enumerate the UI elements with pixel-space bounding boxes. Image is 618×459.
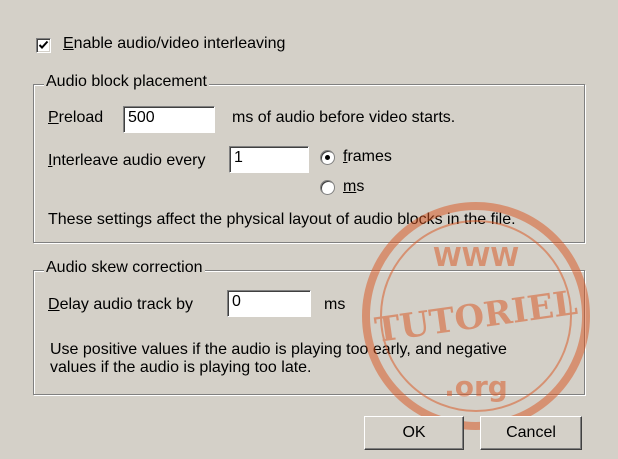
- frames-radio[interactable]: [320, 150, 335, 165]
- preload-label: Preload: [48, 109, 103, 127]
- audio-block-placement-title: Audio block placement: [44, 73, 209, 91]
- skew-note-line1: Use positive values if the audio is play…: [50, 341, 507, 358]
- skew-note-line2: values if the audio is playing too late.: [50, 359, 312, 376]
- delay-label-accel: D: [48, 296, 60, 313]
- audio-skew-correction-title: Audio skew correction: [44, 259, 205, 277]
- cancel-button[interactable]: Cancel: [480, 416, 582, 450]
- watermark-top-text: WWW: [433, 243, 519, 273]
- preload-suffix: ms of audio before video starts.: [232, 109, 456, 126]
- preload-input[interactable]: 500: [123, 106, 215, 133]
- frames-label-text: rames: [347, 148, 392, 165]
- ms-label[interactable]: ms: [343, 178, 364, 196]
- ms-label-text: s: [356, 178, 365, 195]
- interleave-checkbox[interactable]: [36, 38, 51, 53]
- frames-label[interactable]: frames: [343, 148, 392, 166]
- delay-label: Delay audio track by: [48, 296, 193, 314]
- interleave-every-label: Interleave audio every: [48, 152, 205, 170]
- skew-note: Use positive values if the audio is play…: [50, 341, 507, 377]
- delay-unit: ms: [324, 296, 346, 313]
- interleave-label-text: nable audio/video interleaving: [73, 35, 286, 52]
- block-placement-note: These settings affect the physical layou…: [48, 211, 516, 228]
- interleave-label[interactable]: Enable audio/video interleaving: [63, 35, 285, 53]
- ms-radio[interactable]: [320, 180, 335, 195]
- interleave-every-input[interactable]: 1: [229, 146, 309, 173]
- delay-label-text: elay audio track by: [59, 296, 193, 313]
- checkmark-icon: [38, 40, 49, 49]
- ms-label-accel: m: [343, 178, 357, 195]
- ok-button[interactable]: OK: [364, 416, 464, 450]
- radio-selected-dot: [325, 155, 330, 160]
- preload-label-accel: P: [48, 109, 59, 126]
- interleave-label-accel: E: [63, 35, 74, 52]
- delay-input[interactable]: 0: [227, 290, 311, 317]
- preload-label-text: reload: [58, 109, 104, 126]
- interleave-every-text: nterleave audio every: [52, 152, 206, 169]
